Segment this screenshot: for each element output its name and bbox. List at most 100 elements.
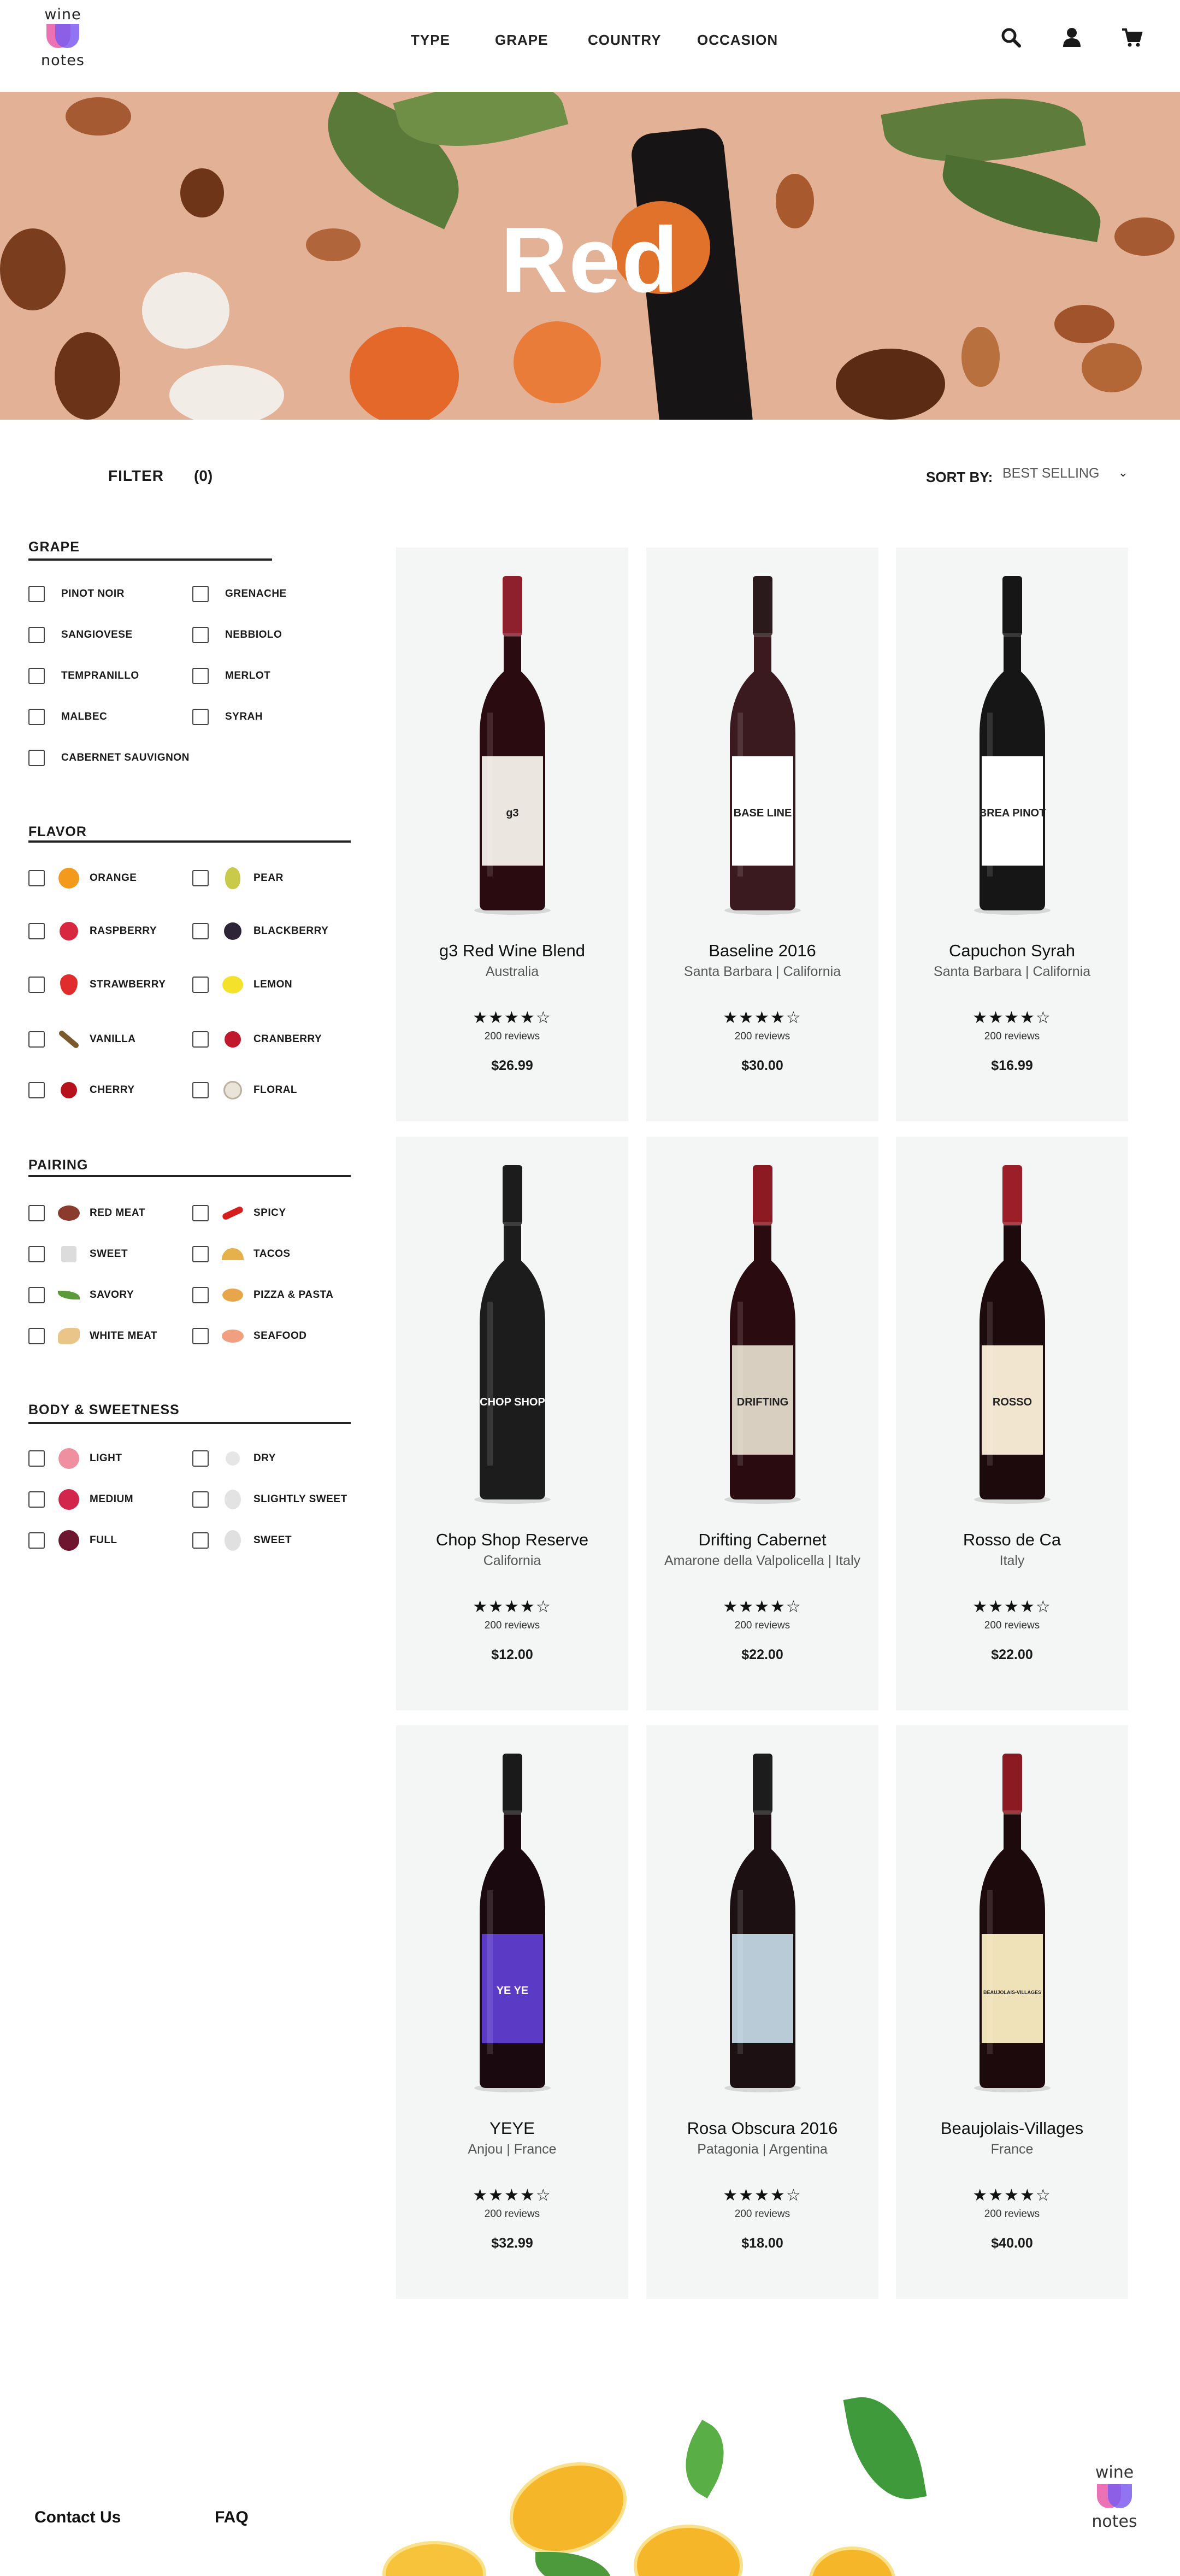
checkbox[interactable]: [192, 668, 209, 684]
filter-pinot-noir[interactable]: PINOT NOIR: [28, 585, 125, 603]
checkbox[interactable]: [28, 1205, 45, 1221]
filter-tacos[interactable]: TACOS: [192, 1245, 291, 1263]
review-count[interactable]: 200 reviews: [646, 2208, 878, 2220]
product-name[interactable]: Beaujolais-Villages: [896, 2119, 1128, 2138]
product-name[interactable]: Capuchon Syrah: [896, 941, 1128, 961]
checkbox[interactable]: [28, 870, 45, 886]
filter-sangiovese[interactable]: SANGIOVESE: [28, 626, 133, 644]
checkbox[interactable]: [192, 977, 209, 993]
checkbox[interactable]: [28, 1246, 45, 1262]
checkbox[interactable]: [28, 586, 45, 602]
product-name[interactable]: Rosso de Ca: [896, 1530, 1128, 1550]
contact-us-link[interactable]: Contact Us: [34, 2508, 121, 2527]
filter-raspberry[interactable]: RASPBERRY: [28, 922, 157, 940]
filter-cabernet-sauvignon[interactable]: CABERNET SAUVIGNON: [28, 749, 190, 767]
filter-red-meat[interactable]: RED MEAT: [28, 1204, 145, 1222]
product-name[interactable]: g3 Red Wine Blend: [396, 941, 628, 961]
filter-nebbiolo[interactable]: NEBBIOLO: [192, 626, 282, 644]
nav-type[interactable]: TYPE: [411, 32, 450, 49]
search-icon[interactable]: [1000, 26, 1022, 48]
product-card[interactable]: BASE LINE Baseline 2016 Santa Barbara | …: [646, 548, 878, 1121]
review-count[interactable]: 200 reviews: [896, 1620, 1128, 1632]
product-name[interactable]: Drifting Cabernet: [646, 1530, 878, 1550]
review-count[interactable]: 200 reviews: [396, 1620, 628, 1632]
logo[interactable]: wine notes: [38, 7, 87, 69]
filter-grenache[interactable]: GRENACHE: [192, 585, 287, 603]
review-count[interactable]: 200 reviews: [396, 2208, 628, 2220]
checkbox[interactable]: [192, 1287, 209, 1303]
checkbox[interactable]: [192, 1246, 209, 1262]
nav-grape[interactable]: GRAPE: [495, 32, 548, 49]
checkbox[interactable]: [192, 1205, 209, 1221]
checkbox[interactable]: [192, 627, 209, 643]
filter-pear[interactable]: PEAR: [192, 867, 284, 889]
filter-dry[interactable]: DRY: [192, 1449, 276, 1468]
review-count[interactable]: 200 reviews: [646, 1620, 878, 1632]
checkbox[interactable]: [28, 1031, 45, 1048]
filter-savory[interactable]: SAVORY: [28, 1286, 134, 1304]
filter-spicy[interactable]: SPICY: [192, 1204, 286, 1222]
product-name[interactable]: Chop Shop Reserve: [396, 1530, 628, 1550]
filter-light[interactable]: LIGHT: [28, 1448, 122, 1469]
checkbox[interactable]: [28, 709, 45, 725]
product-name[interactable]: YEYE: [396, 2119, 628, 2138]
product-card[interactable]: BREA PINOT Capuchon Syrah Santa Barbara …: [896, 548, 1128, 1121]
footer-logo[interactable]: wine notes: [1087, 2463, 1142, 2531]
product-card[interactable]: g3 g3 Red Wine Blend Australia ★★★★☆ 200…: [396, 548, 628, 1121]
filter-sweet[interactable]: SWEET: [28, 1245, 128, 1263]
filter-toggle[interactable]: FILTER: [108, 467, 164, 485]
user-icon[interactable]: [1061, 26, 1083, 48]
product-card[interactable]: DRIFTING Drifting Cabernet Amarone della…: [646, 1137, 878, 1710]
filter-cranberry[interactable]: CRANBERRY: [192, 1030, 322, 1049]
checkbox[interactable]: [192, 1082, 209, 1098]
checkbox[interactable]: [28, 923, 45, 939]
checkbox[interactable]: [192, 709, 209, 725]
checkbox[interactable]: [192, 1491, 209, 1508]
filter-vanilla[interactable]: VANILLA: [28, 1030, 135, 1049]
checkbox[interactable]: [28, 1082, 45, 1098]
checkbox[interactable]: [192, 923, 209, 939]
faq-link[interactable]: FAQ: [215, 2508, 249, 2527]
filter-syrah[interactable]: SYRAH: [192, 708, 263, 726]
review-count[interactable]: 200 reviews: [896, 1031, 1128, 1043]
checkbox[interactable]: [28, 977, 45, 993]
checkbox[interactable]: [192, 1328, 209, 1344]
filter-strawberry[interactable]: STRAWBERRY: [28, 974, 166, 995]
product-card[interactable]: CHOP SHOP Chop Shop Reserve California ★…: [396, 1137, 628, 1710]
checkbox[interactable]: [192, 586, 209, 602]
filter-orange[interactable]: ORANGE: [28, 868, 137, 889]
checkbox[interactable]: [28, 668, 45, 684]
review-count[interactable]: 200 reviews: [896, 2208, 1128, 2220]
filter-medium[interactable]: MEDIUM: [28, 1489, 133, 1510]
product-card[interactable]: BEAUJOLAIS-VILLAGES Beaujolais-Villages …: [896, 1725, 1128, 2299]
filter-tempranillo[interactable]: TEMPRANILLO: [28, 667, 139, 685]
product-name[interactable]: Rosa Obscura 2016: [646, 2119, 878, 2138]
review-count[interactable]: 200 reviews: [646, 1031, 878, 1043]
checkbox[interactable]: [28, 1328, 45, 1344]
filter-lemon[interactable]: LEMON: [192, 975, 292, 994]
filter-blackberry[interactable]: BLACKBERRY: [192, 922, 328, 940]
filter-malbec[interactable]: MALBEC: [28, 708, 107, 726]
checkbox[interactable]: [28, 1532, 45, 1549]
checkbox[interactable]: [192, 870, 209, 886]
filter-sweetness-sweet[interactable]: SWEET: [192, 1530, 292, 1551]
product-card[interactable]: YE YE YEYE Anjou | France ★★★★☆ 200 revi…: [396, 1725, 628, 2299]
checkbox[interactable]: [28, 1287, 45, 1303]
filter-seafood[interactable]: SEAFOOD: [192, 1327, 306, 1345]
checkbox[interactable]: [192, 1532, 209, 1549]
filter-slightly-sweet[interactable]: SLIGHTLY SWEET: [192, 1490, 347, 1509]
sort-dropdown[interactable]: BEST SELLING ⌄: [1002, 466, 1128, 485]
review-count[interactable]: 200 reviews: [396, 1031, 628, 1043]
filter-white-meat[interactable]: WHITE MEAT: [28, 1327, 157, 1345]
filter-floral[interactable]: FLORAL: [192, 1081, 297, 1099]
checkbox[interactable]: [192, 1450, 209, 1467]
filter-merlot[interactable]: MERLOT: [192, 667, 270, 685]
product-name[interactable]: Baseline 2016: [646, 941, 878, 961]
checkbox[interactable]: [28, 627, 45, 643]
filter-full[interactable]: FULL: [28, 1530, 117, 1551]
product-card[interactable]: ROSSO Rosso de Ca Italy ★★★★☆ 200 review…: [896, 1137, 1128, 1710]
filter-pizza-pasta[interactable]: PIZZA & PASTA: [192, 1286, 334, 1304]
checkbox[interactable]: [28, 750, 45, 766]
filter-cherry[interactable]: CHERRY: [28, 1081, 135, 1099]
checkbox[interactable]: [192, 1031, 209, 1048]
